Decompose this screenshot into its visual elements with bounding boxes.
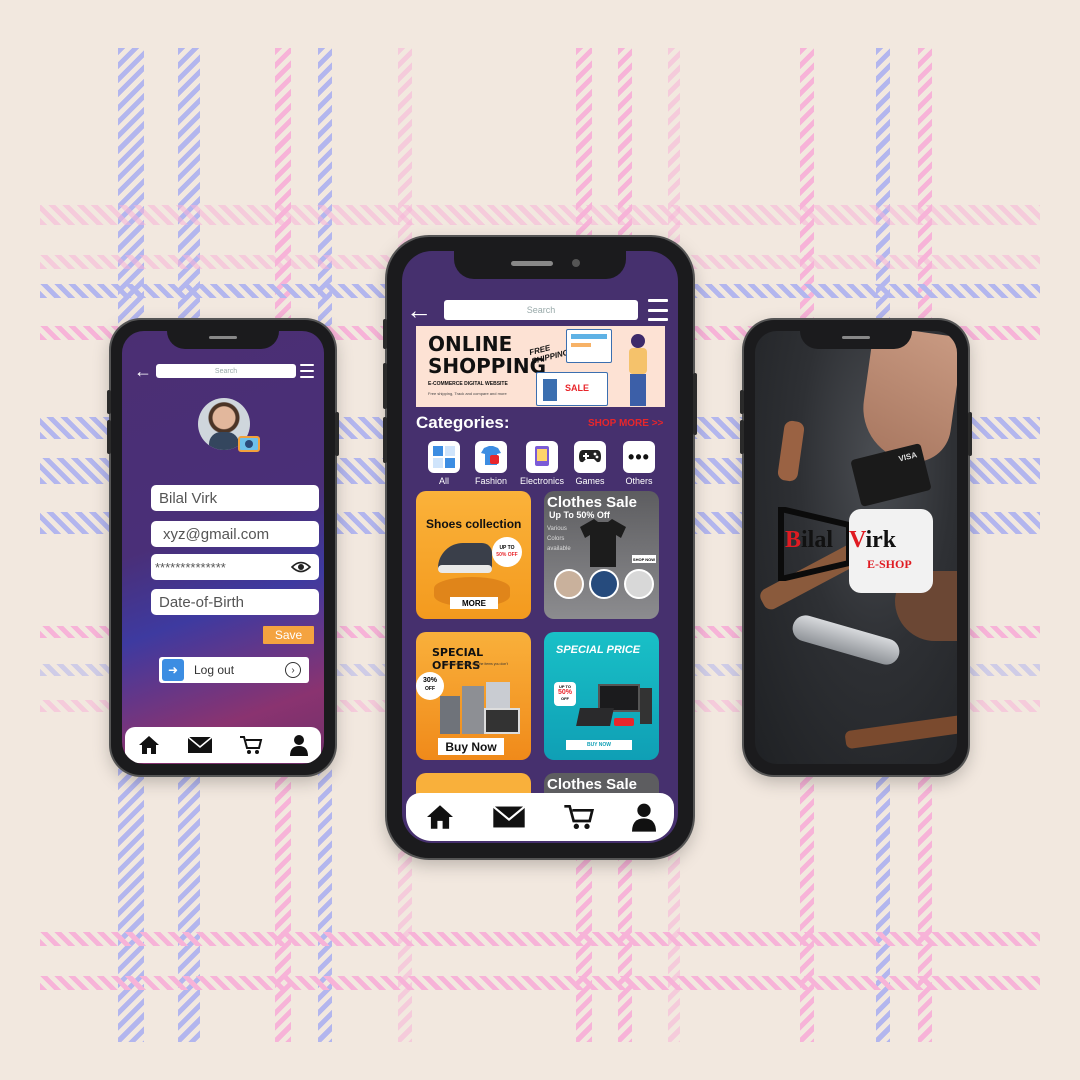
category-all[interactable]: All: [424, 441, 464, 486]
search-input[interactable]: Search: [444, 300, 638, 320]
card-desc: Your successfully into the items you don…: [444, 662, 508, 670]
model-thumbnails: [554, 569, 654, 603]
mail-icon[interactable]: [187, 736, 213, 754]
shop-screen: ← Search ONLINE SHOPPING E-COMMERCE DIGI…: [402, 251, 678, 843]
dob-field[interactable]: Date-of-Birth: [151, 589, 319, 615]
banner-tagline: Free shipping, Track and compare and mor…: [428, 391, 507, 396]
menu-icon[interactable]: [648, 299, 668, 321]
shopper-figure: [626, 334, 650, 406]
credit-card-image: VISA: [850, 443, 932, 507]
keyring-image: [776, 419, 806, 483]
left-phone: ← Search Bilal Virk xyz@gmail.com ******…: [107, 320, 339, 775]
camera-icon[interactable]: [238, 436, 260, 452]
category-fashion[interactable]: Fashion: [471, 441, 511, 486]
card-title: Clothes Sale: [547, 494, 638, 511]
bottom-nav: [406, 793, 674, 841]
card-title: Clothes Sale: [547, 776, 638, 793]
card-title: SPECIAL PRICE: [556, 644, 641, 656]
special-offers-card[interactable]: SPECIAL OFFERS Your successfully into th…: [416, 632, 531, 760]
shoe-image: [438, 543, 492, 573]
discount-badge: UP TO 50% OFF: [492, 537, 522, 567]
eye-icon[interactable]: [290, 560, 312, 577]
name-field[interactable]: Bilal Virk: [151, 485, 319, 511]
special-price-card[interactable]: SPECIAL PRICE UP TO 50% OFF BUY NOW: [544, 632, 659, 760]
shop-more-link[interactable]: SHOP MORE >>: [588, 418, 663, 429]
checklist-icon: [433, 446, 455, 468]
shoes-collection-card[interactable]: Shoes collection UP TO 50% OFF MORE: [416, 491, 531, 619]
top-bar: ← Search: [134, 361, 314, 381]
electronics-icon: [533, 445, 551, 469]
password-field[interactable]: **************: [151, 554, 319, 580]
category-games[interactable]: Games: [570, 441, 610, 486]
back-arrow-icon[interactable]: ←: [134, 361, 152, 382]
logout-label: Log out: [194, 663, 235, 677]
chevron-right-icon: ›: [285, 662, 301, 678]
knife-image: [789, 612, 903, 668]
banner-illustration-screen: SALE: [536, 372, 608, 406]
category-label: Others: [625, 476, 653, 486]
logo-subtext: E-SHOP: [867, 557, 912, 571]
top-bar: ← Search: [406, 297, 668, 323]
strap-bottom-image: [844, 714, 957, 750]
banner-illustration-window: [566, 329, 612, 363]
shop-now-button[interactable]: SHOP NOW: [632, 555, 656, 563]
more-dots-icon: •••: [628, 446, 650, 467]
clothes-sale-card[interactable]: Clothes Sale Up To 50% Off Various Colors…: [544, 491, 659, 619]
sale-tag: SALE: [565, 383, 590, 393]
brand-logo: Bilal Virk E-SHOP: [777, 505, 939, 593]
promo-banner[interactable]: ONLINE SHOPPING E-COMMERCE DIGITAL WEBSI…: [416, 326, 665, 407]
category-label: Games: [575, 476, 605, 486]
buy-now-button[interactable]: Buy Now: [438, 738, 504, 755]
search-input[interactable]: Search: [156, 364, 296, 378]
cart-icon[interactable]: [563, 803, 595, 831]
card-brand: VISA: [897, 450, 918, 464]
right-phone: VISA Bilal Virk E-SHOP: [740, 320, 972, 775]
category-others[interactable]: ••• Others: [619, 441, 659, 486]
back-arrow-icon[interactable]: ←: [406, 297, 432, 323]
card-note: Various Colors available: [547, 526, 571, 552]
home-icon[interactable]: [425, 804, 455, 830]
more-button[interactable]: MORE: [450, 597, 498, 609]
password-value: **************: [155, 559, 226, 575]
logout-button[interactable]: ➜ Log out ›: [159, 657, 309, 683]
category-label: Fashion: [474, 476, 508, 486]
free-shipping-tag: FREE SHIPPING: [528, 343, 570, 366]
gamepad-icon: [578, 448, 602, 466]
user-icon[interactable]: [289, 734, 308, 756]
save-button[interactable]: Save: [263, 626, 314, 644]
category-label: All: [438, 476, 449, 486]
fashion-icon: [480, 446, 502, 468]
banner-title-line1: ONLINE: [428, 332, 513, 356]
logo-text: Bilal Virk: [785, 527, 897, 553]
home-icon[interactable]: [138, 735, 160, 755]
category-electronics[interactable]: Electronics: [518, 441, 566, 486]
cart-icon[interactable]: [239, 735, 263, 755]
mail-icon[interactable]: [492, 805, 526, 829]
profile-screen: ← Search Bilal Virk xyz@gmail.com ******…: [122, 331, 324, 764]
category-label: Electronics: [519, 476, 564, 486]
middle-phone: ← Search ONLINE SHOPPING E-COMMERCE DIGI…: [383, 237, 697, 858]
appliances-image: [426, 682, 526, 744]
logout-icon: ➜: [162, 659, 184, 681]
banner-subtitle: E-COMMERCE DIGITAL WEBSITE: [428, 381, 508, 387]
email-field[interactable]: xyz@gmail.com: [151, 521, 319, 547]
bottom-nav: [125, 727, 321, 763]
banner-title-line2: SHOPPING: [428, 354, 547, 378]
electronics-image: [558, 680, 654, 728]
splash-screen: VISA Bilal Virk E-SHOP: [755, 331, 957, 764]
buy-now-button[interactable]: BUY NOW: [566, 740, 632, 750]
menu-icon[interactable]: [300, 364, 314, 378]
card-title: Shoes collection: [426, 517, 522, 531]
tshirt-image: [580, 519, 626, 567]
categories-title: Categories:: [416, 413, 510, 432]
user-icon[interactable]: [631, 802, 656, 832]
